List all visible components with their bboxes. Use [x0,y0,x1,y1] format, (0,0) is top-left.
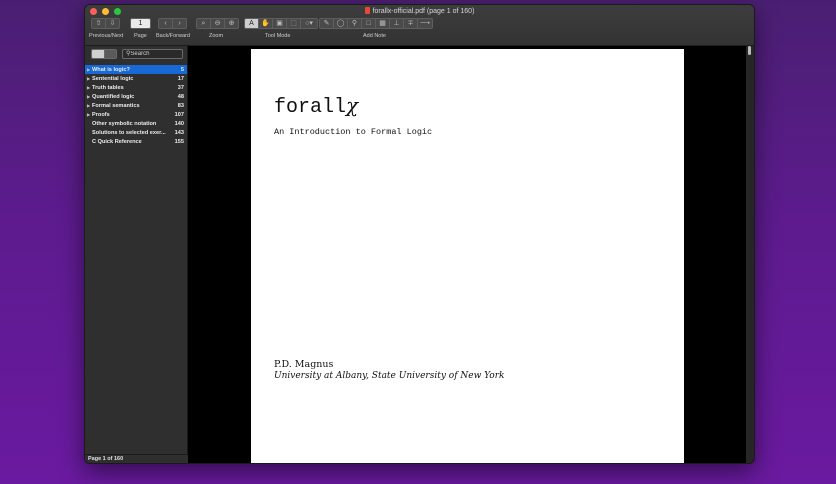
document-view[interactable]: forall𝜒 An Introduction to Formal Logic … [188,46,746,463]
toc-item[interactable]: ▶ What is logic? 5 [85,65,187,74]
zoom-label: Zoom [209,33,224,39]
forward-button[interactable]: › [173,19,186,28]
back-forward-label: Back/Forward [156,33,190,39]
status-bar: Page 1 of 160 [85,454,188,463]
window-title: forallx-official.pdf (page 1 of 160) [372,8,475,15]
page-number-field[interactable]: 1 [130,18,151,29]
pdf-file-icon [364,7,370,14]
toc-item-page: 37 [177,84,184,91]
tool-mode-group: A ✋ ▣ ⬚ ○▾ [244,18,318,29]
scrollbar-thumb[interactable] [748,46,751,55]
pdf-page: forall𝜒 An Introduction to Formal Logic … [251,49,684,463]
underline-note-icon[interactable]: ⊥ [390,19,404,28]
toc-item-page: 107 [174,111,184,118]
annotate-tool-icon[interactable]: ○▾ [301,19,317,28]
toc-item[interactable]: ▶ Quantified logic 48 [85,92,187,101]
document-title-symbol: 𝜒 [346,93,359,117]
text-select-tool-icon[interactable]: A [245,19,259,28]
title-bar: forallx-official.pdf (page 1 of 160) ⇧ ⇩… [85,5,754,46]
pen-icon[interactable]: ✎ [320,19,334,28]
search-input[interactable] [130,51,175,57]
preview-window: forallx-official.pdf (page 1 of 160) ⇧ ⇩… [84,4,755,464]
add-note-group: ✎ ◯ ⚲ □ ▦ ⊥ ∓ ⟶ [319,18,433,29]
zoom-actual-size-icon[interactable]: ⌕ [197,19,211,28]
toc-item-label: C Quick Reference [92,138,142,145]
document-title: forall𝜒 [274,93,358,119]
outline-view-icon[interactable] [92,50,105,58]
previous-page-button[interactable]: ⇧ [92,19,106,28]
zoom-in-icon[interactable]: ⊕ [225,19,238,28]
toc-item-label: Sentential logic [92,75,134,82]
toc-item[interactable]: Solutions to selected exer... 143 [85,128,187,137]
document-title-text: forall [274,96,347,119]
toc-item-page: 140 [174,120,184,127]
toc-item-page: 17 [177,75,184,82]
tool-mode-label: Tool Mode [265,33,291,39]
prev-next-label: Previous/Next [89,33,124,39]
move-tool-icon[interactable]: ▣ [273,19,287,28]
toc-item-label: Proofs [92,111,110,118]
document-subtitle: An Introduction to Formal Logic [274,127,433,137]
toc-item[interactable]: ▶ Proofs 107 [85,110,187,119]
next-page-button[interactable]: ⇩ [106,19,119,28]
toc-item-label: What is logic? [92,66,130,73]
toc-item-label: Truth tables [92,84,124,91]
grid-note-icon[interactable]: ▦ [376,19,390,28]
strike-note-icon[interactable]: ∓ [404,19,418,28]
vertical-scrollbar[interactable] [746,46,754,463]
document-author: P.D. Magnus [274,359,334,370]
toc-item[interactable]: C Quick Reference 155 [85,137,187,146]
sidebar-toolbar: ⚲ [85,46,187,63]
page-group: 1 [130,18,151,29]
back-forward-group: ‹ › [158,18,187,29]
rect-select-tool-icon[interactable]: ⬚ [287,19,301,28]
search-note-icon[interactable]: ⚲ [348,19,362,28]
page-label: Page [134,33,147,39]
zoom-out-icon[interactable]: ⊖ [211,19,225,28]
sidebar: ⚲ ▶What is logic?5▶Sentential logic17▶Tr… [85,46,188,454]
box-note-icon[interactable]: □ [362,19,376,28]
sidebar-search[interactable]: ⚲ [122,49,183,59]
hand-tool-icon[interactable]: ✋ [259,19,273,28]
table-of-contents: ▶ What is logic? 5 ▶ Sentential logic 17 ▶ Trut… [85,65,187,146]
toc-item-label: Solutions to selected exer... [92,129,166,136]
toc-item-label: Quantified logic [92,93,135,100]
toc-item[interactable]: ▶ Formal semantics 83 [85,101,187,110]
speech-bubble-icon[interactable]: ◯ [334,19,348,28]
toc-item-page: 83 [177,102,184,109]
zoom-group: ⌕ ⊖ ⊕ [196,18,239,29]
prev-next-group: ⇧ ⇩ [91,18,120,29]
toc-item-page: 155 [174,138,184,145]
toc-item[interactable]: Other symbolic notation 140 [85,119,187,128]
toc-item-page: 48 [177,93,184,100]
back-button[interactable]: ‹ [159,19,173,28]
arrow-note-icon[interactable]: ⟶ [418,19,432,28]
add-note-label: Add Note [363,33,386,39]
toc-item[interactable]: ▶ Truth tables 37 [85,83,187,92]
toc-item[interactable]: ▶ Sentential logic 17 [85,74,187,83]
sidebar-view-toggle[interactable] [91,49,117,59]
toc-item-page: 5 [180,66,184,73]
toc-item-page: 143 [174,129,184,136]
toc-item-label: Other symbolic notation [92,120,157,127]
thumbnail-view-icon[interactable] [104,50,116,58]
window-title-wrap: forallx-official.pdf (page 1 of 160) [85,7,754,15]
toc-item-label: Formal semantics [92,102,140,109]
document-affiliation: University at Albany, State University o… [274,371,505,381]
